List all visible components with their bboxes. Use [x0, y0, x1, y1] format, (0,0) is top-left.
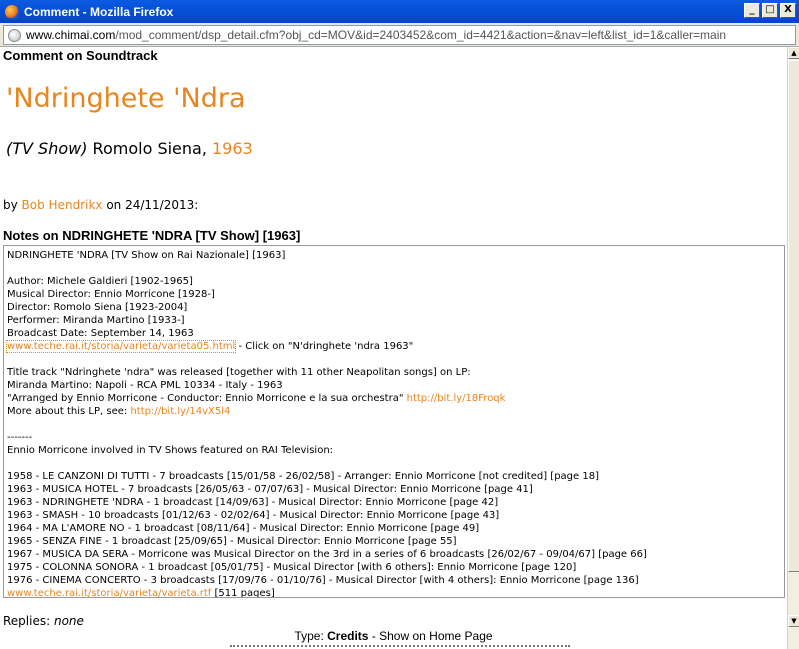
url-path: /mod_comment/dsp_detail.cfm?obj_cd=MOV&i…	[115, 28, 727, 42]
notes-box: NDRINGHETE 'NDRA [TV Show on Rai Naziona…	[3, 245, 785, 598]
comment-date: on 24/11/2013:	[102, 198, 199, 212]
note-line: 1963 - SMASH - 10 broadcasts [01/12/63 -…	[7, 510, 500, 521]
firefox-icon	[5, 4, 19, 19]
film-year-link[interactable]: 1963	[212, 139, 253, 158]
note-text: More about this LP, see:	[7, 406, 131, 417]
teche-varieta05-link[interactable]: www.teche.rai.it/storia/varieta/varieta0…	[5, 340, 237, 353]
maximize-button[interactable]: □	[762, 3, 778, 18]
scroll-thumb[interactable]	[788, 60, 799, 572]
scroll-up-button[interactable]: ▲	[788, 47, 799, 59]
note-line: 1963 - MUSICA HOTEL - 7 broadcasts [26/0…	[7, 484, 533, 495]
replies-label: Replies:	[3, 614, 54, 628]
byline-prefix: by	[3, 198, 22, 212]
note-blank	[7, 353, 781, 366]
url-field[interactable]: www.chimai.com/mod_comment/dsp_detail.cf…	[3, 25, 796, 45]
type-rest: - Show on Home Page	[368, 629, 493, 643]
note-line: 1964 - MA L'AMORE NO - 1 broadcast [08/1…	[7, 523, 480, 534]
note-line: Broadcast Date: September 14, 1963	[7, 328, 194, 339]
note-line: Director: Romolo Siena [1923-2004]	[7, 302, 188, 313]
note-blank	[7, 418, 781, 431]
vertical-scrollbar[interactable]: ▲ ▼	[787, 47, 799, 649]
cut-off-content	[230, 645, 570, 649]
type-label: Type:	[294, 629, 328, 643]
note-line: NDRINGHETE 'NDRA [TV Show on Rai Naziona…	[7, 250, 286, 261]
window-titlebar: Comment - Mozilla Firefox _ □ X	[0, 0, 799, 23]
page-content: Comment on Soundtrack 'Ndringhete 'Ndra …	[0, 47, 787, 649]
note-separator: -------	[7, 432, 33, 443]
window-title: Comment - Mozilla Firefox	[24, 4, 174, 19]
page-heading: Comment on Soundtrack	[3, 48, 158, 63]
type-line: Type: Credits - Show on Home Page	[0, 629, 787, 643]
note-line: 1965 - SENZA FINE - 1 broadcast [25/09/6…	[7, 536, 457, 547]
window-controls: _ □ X	[744, 3, 796, 18]
url-host: www.chimai.com	[26, 28, 116, 42]
close-button[interactable]: X	[780, 3, 796, 18]
url-text: www.chimai.com/mod_comment/dsp_detail.cf…	[26, 28, 726, 42]
note-line: Musical Director: Ennio Morricone [1928-…	[7, 289, 215, 300]
note-line: 1976 - CINEMA CONCERTO - 3 broadcasts [1…	[7, 575, 639, 586]
note-line: More about this LP, see: http://bit.ly/1…	[7, 405, 781, 418]
note-blank	[7, 457, 781, 470]
note-line: Ennio Morricone involved in TV Shows fea…	[7, 445, 334, 456]
note-line: 1975 - COLONNA SONORA - 1 broadcast [05/…	[7, 562, 577, 573]
bitly-froqk-link[interactable]: http://bit.ly/18Froqk	[407, 393, 506, 404]
bitly-lp-link[interactable]: http://bit.ly/14vX5l4	[130, 406, 230, 417]
note-line: "Arranged by Ennio Morricone - Conductor…	[7, 392, 781, 405]
note-line: 1963 - NDRINGHETE 'NDRA - 1 broadcast [1…	[7, 497, 499, 508]
type-value: Credits	[327, 629, 369, 643]
replies-line: Replies: none	[3, 614, 84, 628]
note-line: 1967 - MUSICA DA SERA - Morricone was Mu…	[7, 549, 647, 560]
note-text: - Click on "N'dringhete 'ndra 1963"	[235, 341, 414, 352]
note-line: Performer: Miranda Martino [1933-]	[7, 315, 185, 326]
film-subtitle: (TV Show) Romolo Siena, 1963	[6, 139, 253, 158]
site-globe-icon	[8, 28, 21, 42]
note-line: Miranda Martino: Napoli - RCA PML 10334 …	[7, 380, 283, 391]
note-line: Author: Michele Galdieri [1902-1965]	[7, 276, 193, 287]
note-blank	[7, 262, 781, 275]
note-line: www.teche.rai.it/storia/varieta/varieta.…	[7, 587, 781, 598]
note-text: "Arranged by Ennio Morricone - Conductor…	[7, 393, 407, 404]
author-link[interactable]: Bob Hendrikx	[22, 198, 103, 212]
minimize-button[interactable]: _	[744, 3, 760, 18]
note-text: [511 pages]	[211, 588, 275, 598]
film-director: Romolo Siena,	[87, 139, 212, 158]
note-line: www.teche.rai.it/storia/varieta/varieta0…	[5, 340, 781, 353]
film-kind: (TV Show)	[6, 139, 88, 158]
replies-value: none	[53, 614, 84, 628]
byline: by Bob Hendrikx on 24/11/2013:	[3, 198, 198, 212]
note-line: 1958 - LE CANZONI DI TUTTI - 7 broadcast…	[7, 471, 599, 482]
note-line: Title track "Ndringhete 'ndra" was relea…	[7, 367, 471, 378]
scroll-down-button[interactable]: ▼	[788, 615, 799, 627]
teche-rtf-link[interactable]: www.teche.rai.it/storia/varieta/varieta.…	[7, 588, 211, 597]
address-bar: www.chimai.com/mod_comment/dsp_detail.cf…	[0, 23, 799, 47]
film-title: 'Ndringhete 'Ndra	[6, 83, 246, 114]
notes-heading: Notes on NDRINGHETE 'NDRA [TV Show] [196…	[3, 228, 301, 243]
